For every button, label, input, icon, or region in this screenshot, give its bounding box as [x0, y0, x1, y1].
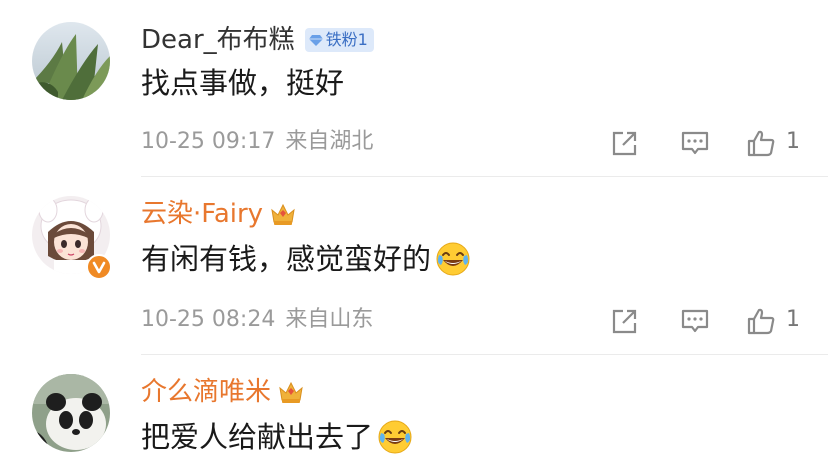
share-icon[interactable]	[610, 306, 640, 336]
like-icon[interactable]	[746, 306, 776, 336]
panda-avatar	[32, 374, 110, 452]
username[interactable]: 云染·Fairy	[141, 198, 297, 230]
cornfield-sky-avatar	[32, 22, 110, 100]
comment-item-1: Dear_布布糕 铁粉1 找点事做，挺好 10-25 09:17 来自湖北 1	[0, 0, 828, 176]
comment-actions: 1	[0, 303, 828, 339]
verified-v-icon	[92, 261, 106, 274]
like-icon[interactable]	[746, 128, 776, 158]
avatar[interactable]	[32, 374, 110, 452]
like-count: 1	[786, 307, 800, 332]
crown-icon	[271, 203, 295, 225]
comment-text: 有闲有钱，感觉蛮好的	[141, 240, 471, 278]
avatar[interactable]	[32, 22, 110, 100]
username-text[interactable]: Dear_布布糕	[141, 24, 295, 56]
share-icon[interactable]	[610, 128, 640, 158]
comment-text: 找点事做，挺好	[141, 64, 344, 102]
like-count: 1	[786, 129, 800, 154]
comment-item-3: 介么滴唯米 把爱人给献出去了	[0, 354, 828, 460]
verified-badge	[86, 254, 112, 280]
comment-text-content: 找点事做，挺好	[141, 66, 345, 100]
comment-item-2: 云染·Fairy 有闲有钱，感觉蛮好的 10-25 08:24 来自山东 1	[0, 176, 828, 354]
username[interactable]: 介么滴唯米	[141, 376, 305, 408]
comment-actions: 1	[0, 125, 828, 161]
username[interactable]: Dear_布布糕 铁粉1	[141, 24, 374, 56]
crown-icon	[279, 381, 303, 403]
fan-level-text: 铁粉1	[325, 30, 368, 49]
comment-text-content: 把爱人给献出去了	[141, 420, 374, 454]
fan-level-badge: 铁粉1	[304, 28, 374, 52]
comment-icon[interactable]	[680, 306, 710, 336]
diamond-icon	[308, 35, 323, 46]
comment-text-content: 有闲有钱，感觉蛮好的	[141, 242, 432, 276]
comment-icon[interactable]	[680, 128, 710, 158]
laughing-tears-emoji	[378, 420, 412, 454]
laughing-tears-emoji	[436, 242, 470, 276]
username-text[interactable]: 云染·Fairy	[141, 198, 263, 230]
comment-text: 把爱人给献出去了	[141, 418, 413, 456]
username-text[interactable]: 介么滴唯米	[141, 376, 271, 408]
